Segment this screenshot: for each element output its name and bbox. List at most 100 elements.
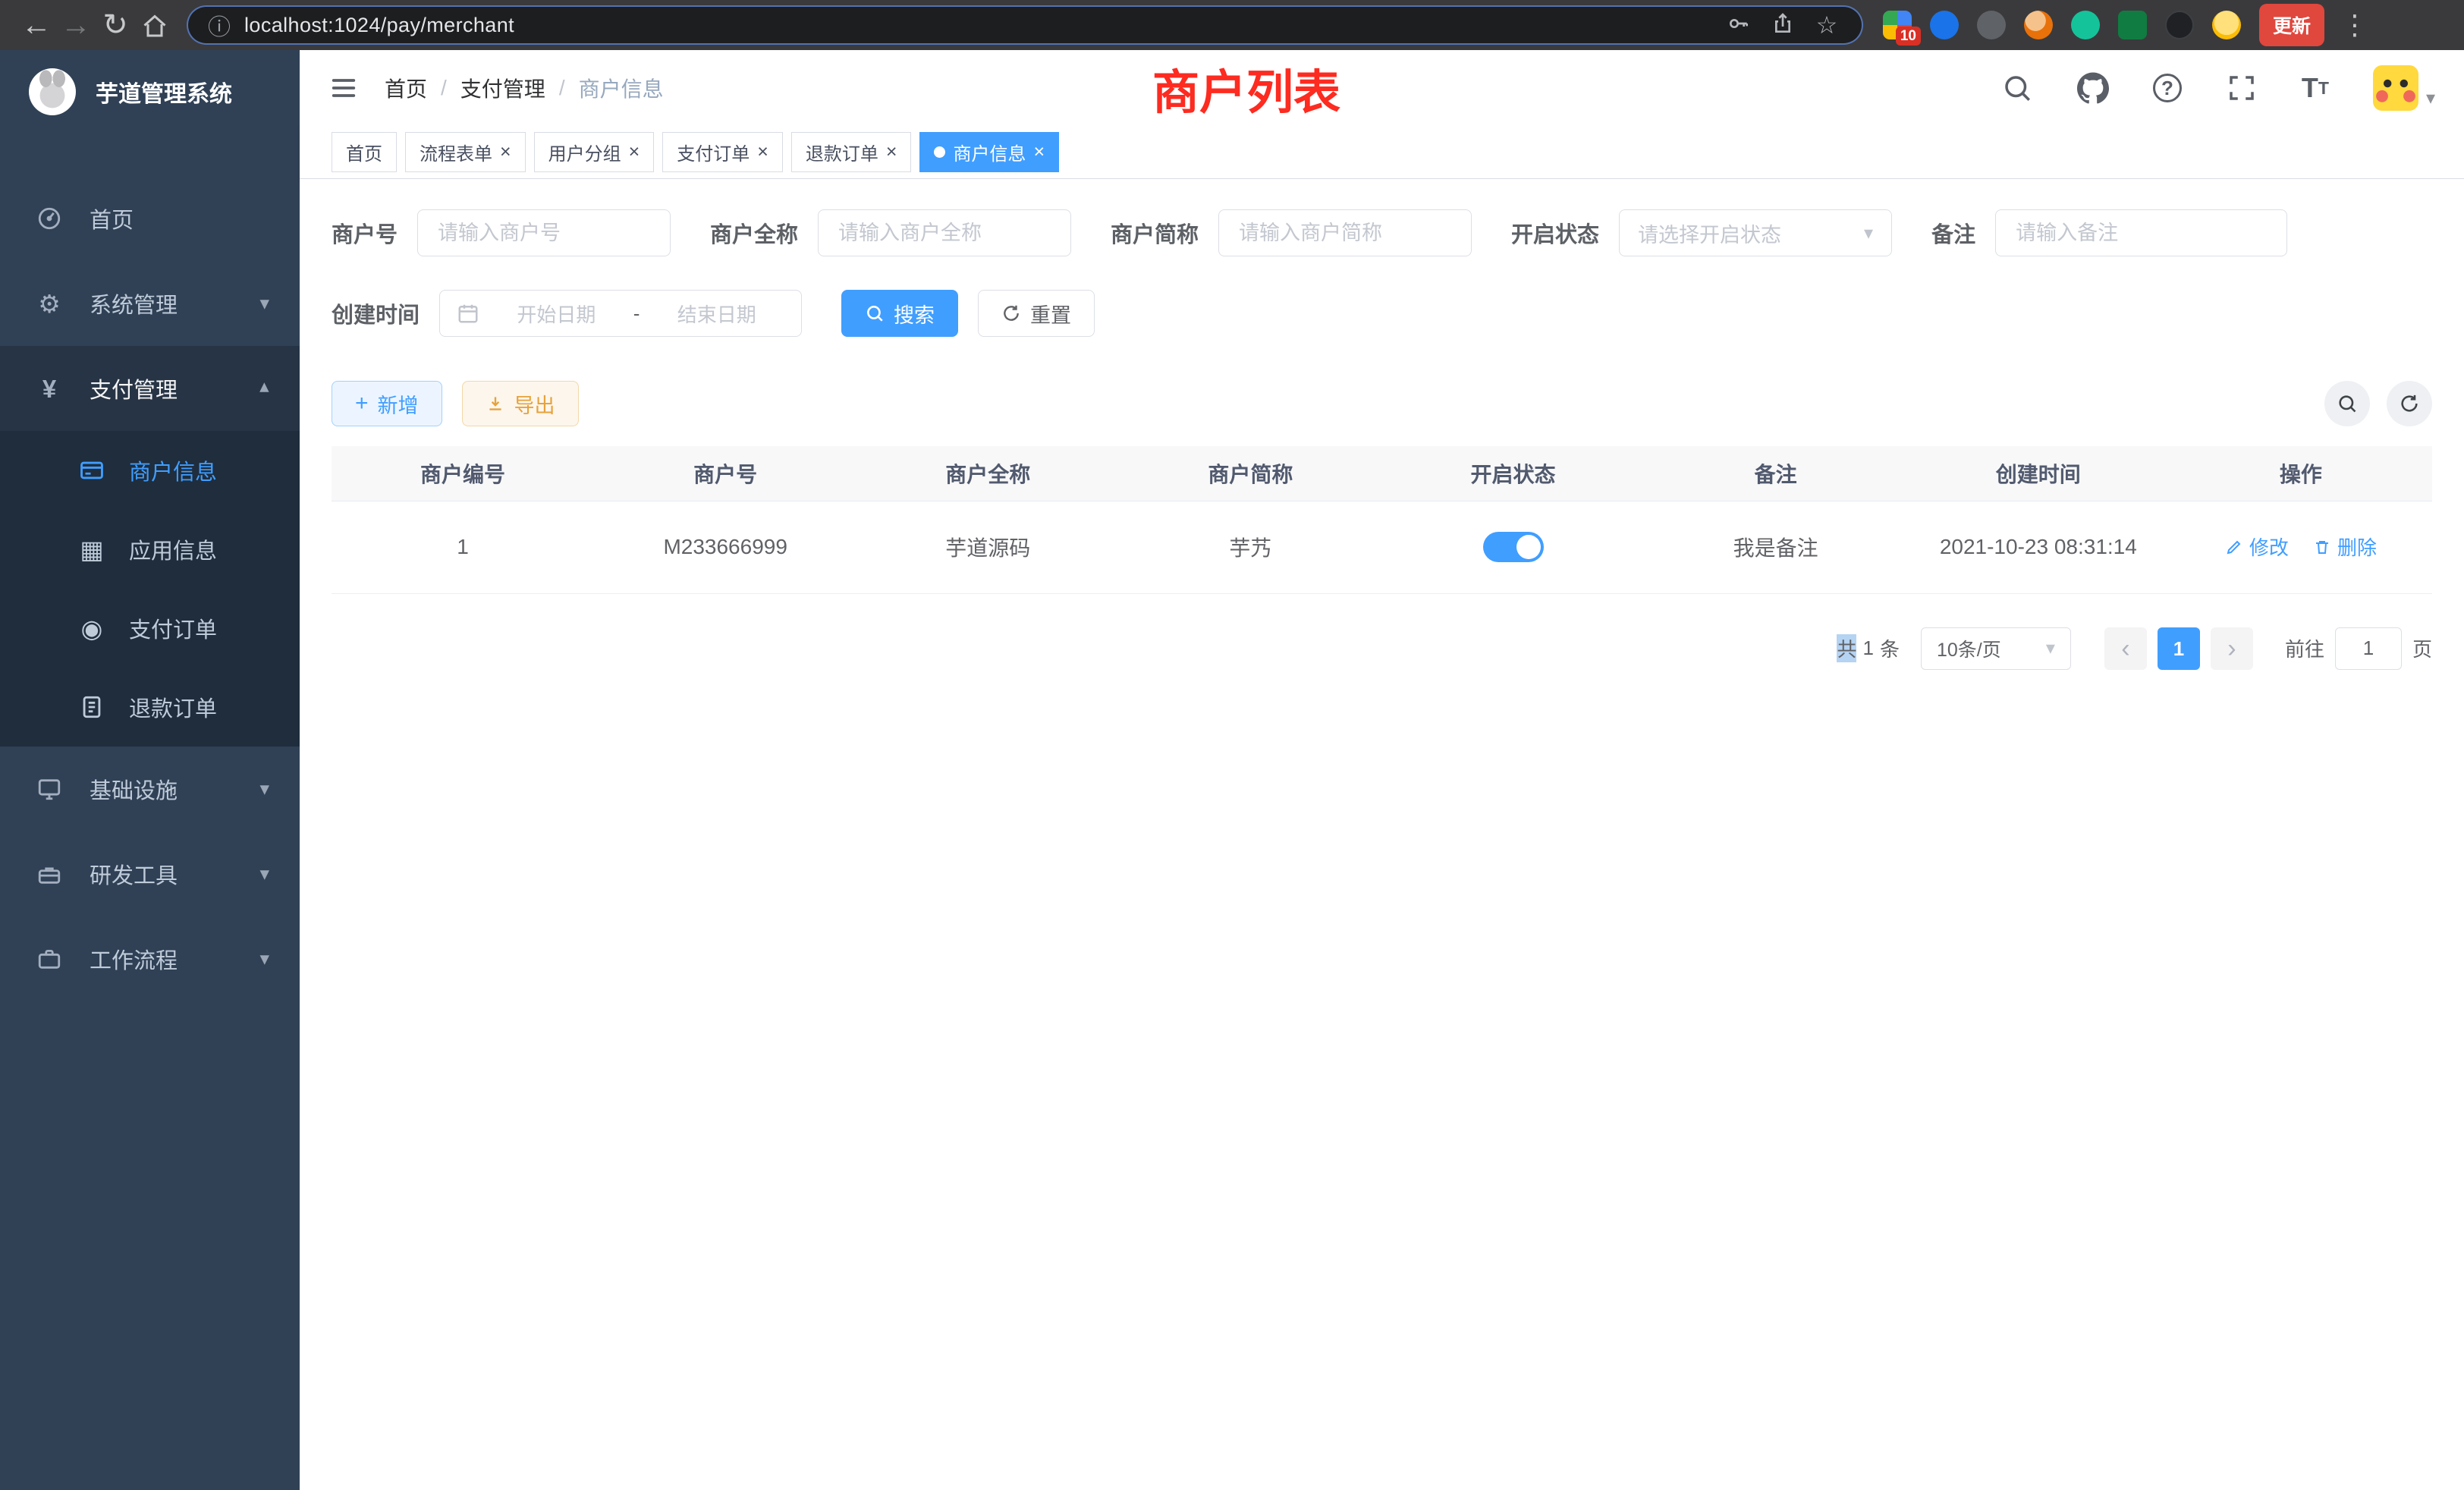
browser-update-button[interactable]: 更新 — [2259, 4, 2324, 46]
browser-reload-icon[interactable]: ↻ — [96, 10, 135, 40]
tab-label: 流程表单 — [420, 139, 492, 165]
goto-unit: 页 — [2412, 634, 2432, 662]
password-key-icon[interactable] — [1724, 11, 1754, 39]
extension-icon[interactable]: 10 — [1883, 11, 1912, 39]
fullscreen-icon[interactable] — [2226, 72, 2258, 104]
export-button[interactable]: 导出 — [462, 381, 579, 426]
status-select[interactable]: 请选择开启状态 ▾ — [1619, 209, 1892, 256]
tab-pay-order[interactable]: 支付订单 × — [662, 132, 783, 172]
extension-icon[interactable] — [2024, 11, 2053, 39]
chevron-down-icon: ▾ — [2046, 637, 2055, 659]
extension-icon[interactable] — [2118, 11, 2147, 39]
user-menu[interactable]: ▾ — [2373, 65, 2435, 111]
search-icon[interactable] — [2001, 72, 2033, 104]
pagination-total: 共 1 条 — [1837, 634, 1900, 662]
toolbox-icon — [32, 861, 67, 887]
sidebar-item-infrastructure[interactable]: 基础设施 ▾ — [0, 747, 300, 831]
sidebar-item-label: 支付管理 — [90, 372, 178, 404]
end-date-placeholder: 结束日期 — [649, 300, 784, 328]
breadcrumb-payment[interactable]: 支付管理 — [460, 73, 545, 103]
page-size-select[interactable]: 10条/页 ▾ — [1921, 627, 2071, 670]
active-dot — [934, 146, 945, 158]
tab-home[interactable]: 首页 — [332, 132, 397, 172]
app-logo[interactable]: 芋道管理系统 — [0, 50, 300, 134]
extensions-area: 10 — [1883, 11, 2241, 39]
tab-refund-order[interactable]: 退款订单 × — [791, 132, 912, 172]
sidebar-menu: 首页 ⚙ 系统管理 ▾ ¥ 支付管理 ▾ 商户信息 ▦ — [0, 176, 300, 1001]
search-button[interactable]: 搜索 — [841, 290, 958, 337]
extension-icon[interactable] — [1977, 11, 2006, 39]
tab-merchant-info[interactable]: 商户信息 × — [919, 132, 1059, 172]
create-time-range-picker[interactable]: 开始日期 - 结束日期 — [439, 290, 802, 337]
remark-input[interactable] — [1995, 209, 2287, 256]
column-header: 商户号 — [594, 446, 856, 501]
tab-user-group[interactable]: 用户分组 × — [534, 132, 655, 172]
sidebar-subitem-pay-order[interactable]: ◉ 支付订单 — [0, 589, 300, 668]
sidebar-subitem-app-info[interactable]: ▦ 应用信息 — [0, 510, 300, 589]
browser-back-icon[interactable]: ← — [17, 10, 56, 40]
extension-icon[interactable] — [2165, 11, 2194, 39]
url-text: localhost:1024/pay/merchant — [244, 14, 514, 37]
page-info-icon[interactable]: ⓘ — [208, 8, 231, 42]
browser-forward-icon[interactable]: → — [56, 10, 96, 40]
sidebar-item-home[interactable]: 首页 — [0, 176, 300, 261]
dashboard-icon — [32, 206, 67, 231]
edit-link-label: 修改 — [2249, 533, 2289, 561]
sidebar-subitem-merchant-info[interactable]: 商户信息 — [0, 431, 300, 510]
close-icon[interactable]: × — [629, 143, 640, 162]
add-button[interactable]: + 新增 — [332, 381, 442, 426]
add-button-label: 新增 — [378, 389, 419, 419]
toggle-search-button[interactable] — [2324, 381, 2370, 426]
sidebar-subitem-label: 应用信息 — [129, 533, 217, 565]
pagination: 共 1 条 10条/页 ▾ ‹ 1 › 前往 页 — [332, 627, 2432, 670]
merchant-name-input[interactable] — [818, 209, 1071, 256]
breadcrumb-separator: / — [559, 76, 565, 100]
sidebar-item-payment[interactable]: ¥ 支付管理 ▾ — [0, 346, 300, 431]
hamburger-icon[interactable] — [328, 73, 359, 103]
sidebar-item-dev-tools[interactable]: 研发工具 ▾ — [0, 831, 300, 916]
browser-menu-icon[interactable]: ⋮ — [2335, 9, 2374, 41]
address-bar[interactable]: ⓘ localhost:1024/pay/merchant ☆ — [187, 5, 1863, 45]
cell-remark: 我是备注 — [1645, 501, 1907, 593]
breadcrumb-home[interactable]: 首页 — [385, 73, 427, 103]
table-header-row: 商户编号 商户号 商户全称 商户简称 开启状态 备注 创建时间 操作 — [332, 446, 2432, 501]
browser-home-icon[interactable] — [135, 10, 174, 40]
table-row: 1 M233666999 芋道源码 芋艿 我是备注 2021-10-23 08:… — [332, 501, 2432, 593]
cell-create-time: 2021-10-23 08:31:14 — [1907, 501, 2170, 593]
share-icon[interactable] — [1768, 11, 1798, 39]
cell-short-name: 芋艿 — [1119, 501, 1381, 593]
close-icon[interactable]: × — [500, 143, 511, 162]
sidebar-item-system[interactable]: ⚙ 系统管理 ▾ — [0, 261, 300, 346]
extension-icon[interactable] — [1930, 11, 1959, 39]
font-size-icon[interactable]: TT — [2302, 72, 2329, 104]
goto-page-input[interactable] — [2335, 627, 2402, 670]
short-name-input[interactable] — [1218, 209, 1472, 256]
close-icon[interactable]: × — [1033, 143, 1045, 162]
tab-flow-form[interactable]: 流程表单 × — [405, 132, 526, 172]
merchant-no-input[interactable] — [417, 209, 671, 256]
close-icon[interactable]: × — [757, 143, 768, 162]
sidebar-subitem-label: 退款订单 — [129, 691, 217, 723]
bookmark-star-icon[interactable]: ☆ — [1812, 11, 1842, 39]
refresh-table-button[interactable] — [2387, 381, 2432, 426]
total-suffix: 条 — [1880, 634, 1900, 662]
next-page-button[interactable]: › — [2211, 627, 2253, 670]
gear-icon: ⚙ — [32, 291, 67, 316]
sidebar-subitem-refund-order[interactable]: 退款订单 — [0, 668, 300, 747]
close-icon[interactable]: × — [886, 143, 897, 162]
extension-icon[interactable] — [2212, 11, 2241, 39]
breadcrumb: 首页 / 支付管理 / 商户信息 — [385, 73, 664, 103]
reset-button[interactable]: 重置 — [978, 290, 1095, 337]
status-toggle[interactable] — [1483, 532, 1544, 562]
github-icon[interactable] — [2077, 72, 2109, 104]
page-number-button[interactable]: 1 — [2158, 627, 2200, 670]
page-size-value: 10条/页 — [1937, 635, 2038, 662]
column-header: 商户全称 — [856, 446, 1119, 501]
edit-link[interactable]: 修改 — [2225, 533, 2289, 561]
prev-page-button[interactable]: ‹ — [2104, 627, 2147, 670]
extension-icon[interactable] — [2071, 11, 2100, 39]
sidebar-item-workflow[interactable]: 工作流程 ▾ — [0, 916, 300, 1001]
column-header: 操作 — [2170, 446, 2432, 501]
help-icon[interactable]: ? — [2153, 74, 2182, 102]
delete-link[interactable]: 删除 — [2313, 533, 2377, 561]
